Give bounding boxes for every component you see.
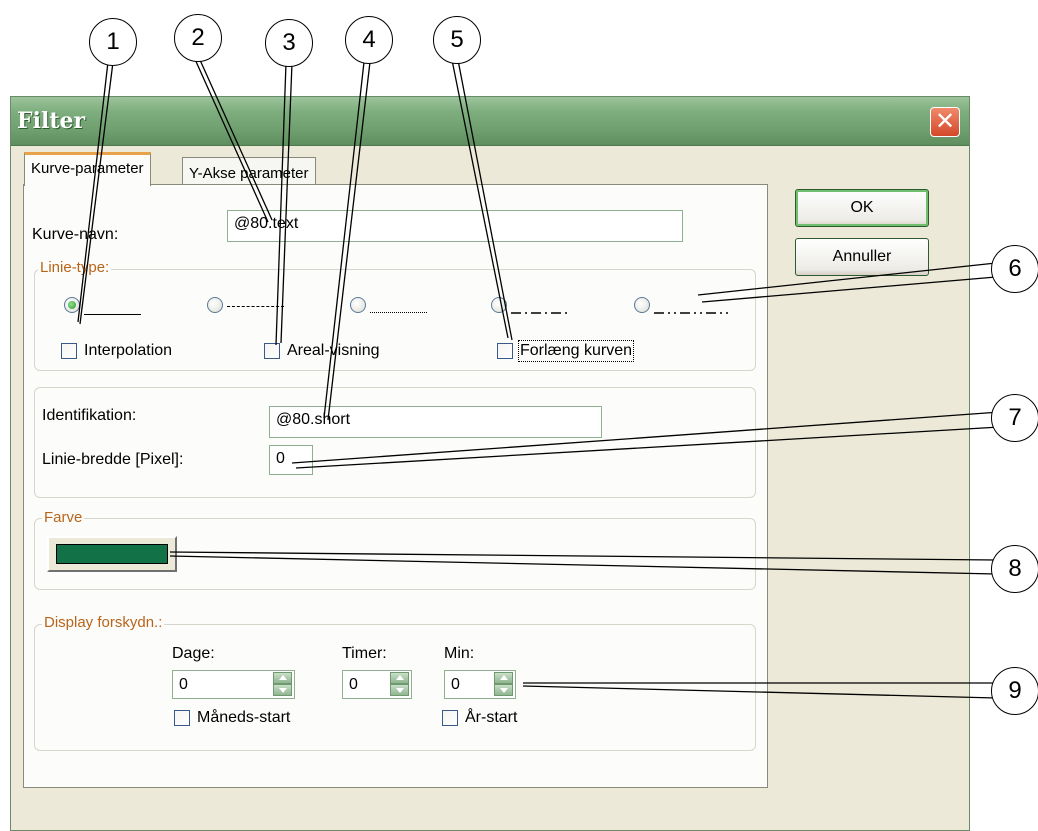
days-value: 0	[179, 676, 188, 693]
callout-3: 3	[265, 19, 313, 67]
line-sample-solid	[84, 314, 141, 315]
curve-name-label: Kurve-navn:	[32, 226, 119, 243]
line-type-radio-dotted[interactable]	[350, 297, 366, 313]
month-start-checkbox[interactable]	[174, 710, 190, 726]
color-picker-button[interactable]	[47, 536, 177, 572]
identification-group	[34, 387, 756, 498]
interpolation-label: Interpolation	[84, 342, 173, 359]
days-spin-buttons[interactable]	[273, 672, 292, 696]
year-start-label: År-start	[465, 709, 518, 726]
callout-5: 5	[433, 16, 481, 64]
spin-down-icon[interactable]	[494, 684, 513, 696]
title-bar[interactable]: Filter ✕	[11, 97, 969, 146]
days-spinner[interactable]: 0	[172, 670, 295, 699]
spin-up-icon[interactable]	[494, 672, 513, 684]
line-sample-dash-dot-dot	[654, 312, 728, 314]
hours-spin-buttons[interactable]	[390, 672, 409, 696]
line-type-radio-dashed[interactable]	[207, 297, 223, 313]
line-type-radio-dash-dot-dot[interactable]	[634, 297, 650, 313]
callout-6: 6	[991, 245, 1038, 293]
hours-label: Timer:	[342, 645, 387, 662]
callout-7: 7	[991, 394, 1038, 442]
identification-input[interactable]: @80.short	[269, 406, 602, 438]
radio-selected-dot	[68, 301, 76, 309]
month-start-label: Måneds-start	[197, 709, 291, 726]
interpolation-checkbox[interactable]	[61, 343, 77, 359]
line-type-radio-dash-dot[interactable]	[491, 297, 507, 313]
line-sample-dotted	[370, 312, 427, 313]
line-width-label: Linie-bredde [Pixel]:	[42, 451, 184, 468]
spin-up-icon[interactable]	[273, 672, 292, 684]
tab-kurve-parameter[interactable]: Kurve-parameter	[24, 152, 151, 186]
spin-up-icon[interactable]	[390, 672, 409, 684]
tab-panel: Kurve-navn: @80.text Linie-type: Interpo…	[23, 184, 768, 788]
spin-down-icon[interactable]	[273, 684, 292, 696]
minutes-spin-buttons[interactable]	[494, 672, 513, 696]
close-icon[interactable]: ✕	[930, 107, 960, 137]
hours-value: 0	[349, 676, 358, 693]
color-legend: Farve	[42, 509, 85, 526]
curve-name-input[interactable]: @80.text	[227, 210, 683, 242]
ok-button[interactable]: OK	[795, 189, 929, 227]
minutes-label: Min:	[444, 645, 475, 662]
callout-8: 8	[991, 545, 1038, 593]
callout-2: 2	[174, 14, 222, 62]
extend-curve-checkbox[interactable]	[497, 343, 513, 359]
callout-4: 4	[345, 16, 393, 64]
line-sample-dash-dot	[511, 312, 567, 314]
minutes-spinner[interactable]: 0	[444, 670, 516, 699]
display-offset-legend: Display forskydn.:	[42, 614, 165, 631]
window-title: Filter	[17, 108, 86, 134]
line-type-legend: Linie-type:	[38, 259, 112, 276]
area-view-label: Areal-visning	[287, 342, 380, 359]
hours-spinner[interactable]: 0	[342, 670, 412, 699]
color-swatch	[56, 544, 168, 564]
minutes-value: 0	[451, 676, 460, 693]
identification-label: Identifikation:	[42, 407, 137, 424]
extend-curve-label: Forlæng kurven	[517, 340, 635, 362]
cancel-button[interactable]: Annuller	[795, 238, 929, 276]
year-start-checkbox[interactable]	[442, 710, 458, 726]
area-view-checkbox[interactable]	[264, 343, 280, 359]
days-label: Dage:	[172, 645, 215, 662]
callout-1: 1	[89, 18, 137, 66]
callout-9: 9	[991, 667, 1038, 715]
line-sample-dashed	[227, 306, 284, 307]
line-width-input[interactable]: 0	[269, 445, 313, 475]
spin-down-icon[interactable]	[390, 684, 409, 696]
line-type-radio-solid[interactable]	[64, 297, 80, 313]
filter-dialog: Filter ✕ Kurve-parameter Y-Akse paramete…	[10, 96, 970, 831]
